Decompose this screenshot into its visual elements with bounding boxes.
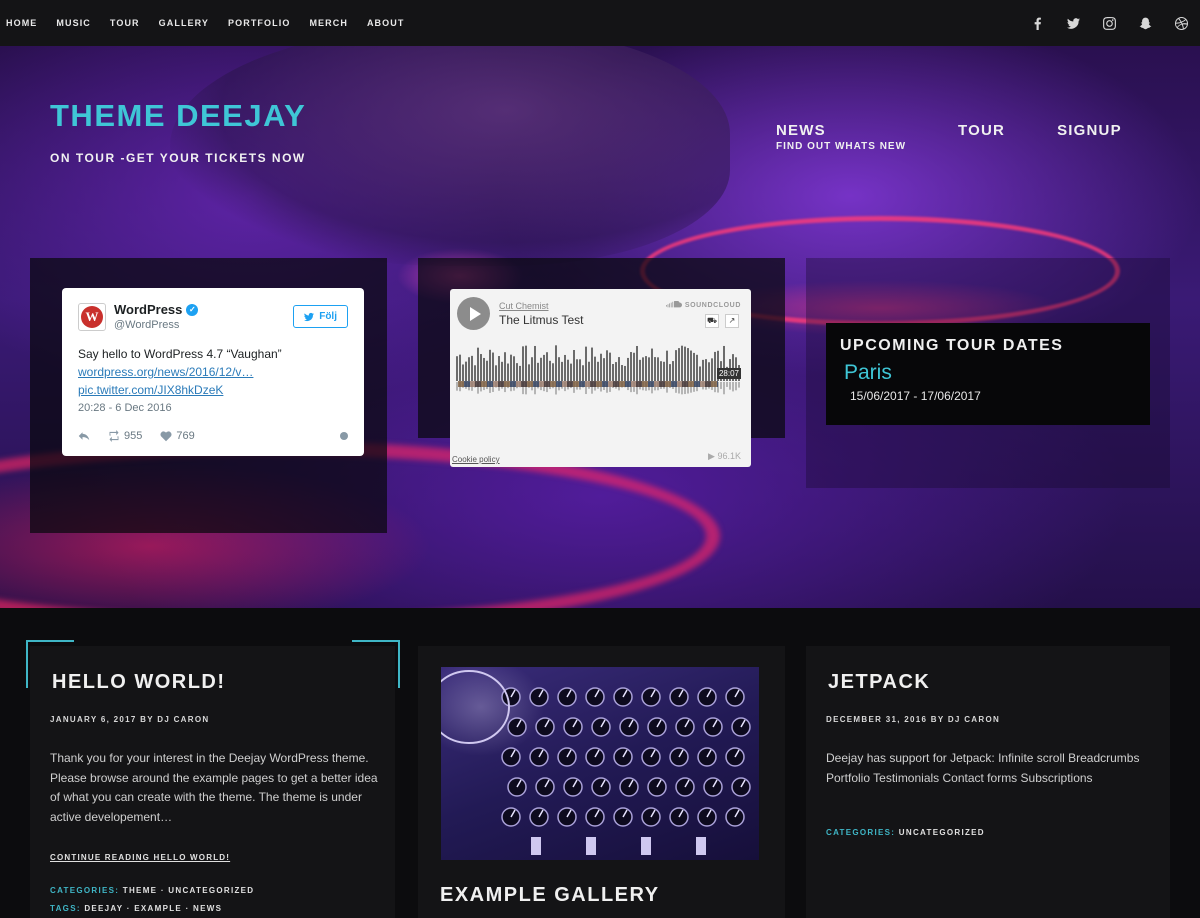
post-tags-hello-world: TAGS: DEEJAY · EXAMPLE · NEWS [50, 904, 222, 913]
menu-item-tour[interactable]: TOUR [110, 18, 140, 28]
play-button[interactable] [457, 297, 490, 330]
info-icon[interactable] [340, 432, 348, 440]
waveform[interactable] [456, 345, 742, 395]
tags-label: TAGS: [50, 904, 81, 913]
post-title-jetpack[interactable]: JETPACK [828, 671, 930, 694]
track-title[interactable]: The Litmus Test [499, 313, 583, 327]
post-excerpt-jetpack: Deejay has support for Jetpack: Infinite… [826, 751, 1140, 785]
hero-nav-signup-label: SIGNUP [1057, 122, 1122, 139]
tweet-author: WordPress ✓ @WordPress [114, 302, 199, 331]
tags-values[interactable]: DEEJAY · EXAMPLE · NEWS [84, 904, 222, 913]
post-meta-jetpack: DECEMBER 31, 2016 BY DJ CARON [826, 715, 1001, 724]
hero-nav-tour-label: TOUR [958, 122, 1006, 139]
post-title-hello-world[interactable]: HELLO WORLD! [52, 671, 226, 694]
tweet-author-handle[interactable]: @WordPress [114, 319, 198, 331]
upcoming-tour-dates: UPCOMING TOUR DATES Paris 15/06/2017 - 1… [826, 323, 1150, 425]
tweet-link-pic[interactable]: pic.twitter.com/JIX8hkDzeK [78, 381, 348, 399]
facebook-icon[interactable] [1030, 16, 1044, 30]
buy-cart-icon[interactable]: ⛟ [705, 314, 719, 328]
tweet-author-name-text: WordPress [114, 302, 183, 317]
tweet-author-name[interactable]: WordPress ✓ [114, 302, 199, 317]
tweet-header: W WordPress ✓ @WordPress Följ [78, 302, 348, 331]
soundcloud-brand-text: SOUNDCLOUD [684, 301, 741, 309]
follow-button[interactable]: Följ [293, 305, 348, 328]
hero-navigation: NEWS FIND OUT WHATS NEW TOUR SIGNUP [776, 122, 1122, 152]
reply-button[interactable] [78, 430, 90, 442]
tour-city[interactable]: Paris [844, 361, 1136, 385]
menu-item-portfolio[interactable]: PORTFOLIO [228, 18, 290, 28]
like-button[interactable]: 769 [160, 430, 195, 442]
reply-icon [78, 432, 90, 441]
card-corner-top-right [352, 640, 400, 688]
snapchat-icon[interactable] [1138, 16, 1152, 30]
retweet-icon [109, 430, 119, 442]
post-title-example-gallery[interactable]: EXAMPLE GALLERY [440, 884, 660, 907]
hero-nav-signup[interactable]: SIGNUP [1057, 122, 1122, 152]
follow-button-label: Följ [319, 311, 337, 322]
twitter-icon[interactable] [1066, 16, 1080, 30]
post-categories-hello-world: CATEGORIES: THEME · UNCATEGORIZED [50, 886, 254, 895]
tour-widget-title: UPCOMING TOUR DATES [840, 337, 1064, 354]
site-title[interactable]: THEME DEEJAY [50, 98, 306, 134]
retweet-button[interactable]: 955 [108, 430, 142, 442]
tweet-link-news[interactable]: wordpress.org/news/2016/12/v… [78, 363, 348, 381]
post-excerpt-hello-world: Thank you for your interest in the Deeja… [50, 751, 378, 824]
menu-item-home[interactable]: HOME [6, 18, 37, 28]
embedded-tweet[interactable]: W WordPress ✓ @WordPress Följ Say hello t… [62, 288, 364, 456]
menu-item-about[interactable]: ABOUT [367, 18, 405, 28]
menu-item-music[interactable]: MUSIC [56, 18, 91, 28]
post-meta-hello-world: JANUARY 6, 2017 BY DJ CARON [50, 715, 210, 724]
gallery-featured-image[interactable] [441, 667, 759, 860]
hero-nav-news[interactable]: NEWS FIND OUT WHATS NEW [776, 122, 906, 152]
hero-nav-news-sub: FIND OUT WHATS NEW [776, 141, 907, 152]
categories-values[interactable]: UNCATEGORIZED [899, 828, 985, 837]
top-navigation-bar: HOME MUSIC TOUR GALLERY PORTFOLIO MERCH … [0, 0, 1200, 46]
hero-nav-tour[interactable]: TOUR [958, 122, 1005, 152]
menu-item-gallery[interactable]: GALLERY [159, 18, 209, 28]
wordpress-logo-icon[interactable]: W [78, 302, 106, 331]
waveform-comments [458, 381, 718, 387]
post-categories-jetpack: CATEGORIES: UNCATEGORIZED [826, 828, 985, 837]
dribbble-icon[interactable] [1174, 16, 1188, 30]
tweet-text: Say hello to WordPress 4.7 “Vaughan” wor… [78, 345, 348, 399]
like-count: 769 [176, 430, 195, 442]
hero-nav-news-label: NEWS [776, 122, 826, 139]
share-icon[interactable]: ↗ [725, 314, 739, 328]
menu-item-merch[interactable]: MERCH [309, 18, 348, 28]
soundcloud-player: Cut Chemist The Litmus Test SOUNDCLOUD ⛟… [450, 289, 751, 467]
player-actions: ⛟ ↗ [705, 314, 739, 328]
track-duration: 28:07 [716, 368, 741, 379]
retweet-count: 955 [124, 430, 143, 442]
tour-dates: 15/06/2017 - 17/06/2017 [850, 389, 981, 403]
categories-label: CATEGORIES: [826, 828, 896, 837]
social-links [1030, 16, 1192, 30]
dj-mixer-illustration [441, 670, 751, 855]
verified-icon: ✓ [186, 303, 199, 316]
heart-icon [160, 431, 172, 442]
track-artist[interactable]: Cut Chemist [499, 301, 549, 311]
tweet-timestamp[interactable]: 20:28 - 6 Dec 2016 [78, 402, 348, 414]
twitter-bird-icon [304, 312, 315, 321]
tweet-actions: 955 769 [78, 430, 348, 442]
soundcloud-logo[interactable]: SOUNDCLOUD [665, 301, 741, 309]
site-tagline: ON TOUR -GET YOUR TICKETS NOW [50, 151, 306, 165]
categories-values[interactable]: THEME · UNCATEGORIZED [123, 886, 255, 895]
play-count: ▶ 96.1K [708, 451, 741, 461]
continue-reading-link[interactable]: CONTINUE READING HELLO WORLD! [50, 853, 230, 862]
categories-label: CATEGORIES: [50, 886, 120, 895]
tweet-body: Say hello to WordPress 4.7 “Vaughan” [78, 347, 282, 361]
main-menu: HOME MUSIC TOUR GALLERY PORTFOLIO MERCH … [6, 18, 404, 28]
soundcloud-cloud-icon [665, 301, 682, 308]
cookie-policy-link[interactable]: Cookie policy [452, 455, 500, 464]
instagram-icon[interactable] [1102, 16, 1116, 30]
